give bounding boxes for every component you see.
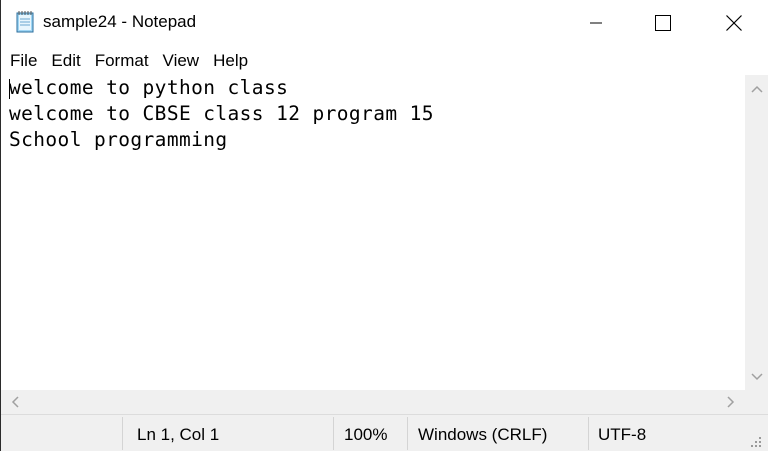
chevron-left-icon [11, 395, 19, 408]
status-divider [407, 417, 408, 450]
notepad-window: sample24 - Notepad File Edit Format View… [0, 0, 768, 451]
menu-help[interactable]: Help [206, 50, 255, 72]
menu-view[interactable]: View [156, 50, 207, 72]
close-icon [726, 15, 742, 31]
menu-edit[interactable]: Edit [44, 50, 87, 72]
zoom-level: 100% [344, 425, 388, 444]
editor-line-1[interactable]: welcome to python class [9, 75, 288, 101]
close-button[interactable] [711, 0, 757, 46]
resize-grip-icon[interactable] [750, 435, 762, 447]
chevron-down-icon [750, 372, 763, 380]
menu-format[interactable]: Format [88, 50, 156, 72]
status-divider [588, 417, 589, 450]
scrollbar-corner [745, 390, 768, 414]
chevron-right-icon [726, 395, 734, 408]
editor-line-2[interactable]: welcome to CBSE class 12 program 15 [9, 101, 434, 127]
window-title: sample24 - Notepad [43, 12, 197, 31]
encoding: UTF-8 [598, 425, 647, 444]
notepad-icon[interactable] [14, 10, 36, 34]
menu-bar: File Edit Format View Help [1, 48, 768, 74]
maximize-button[interactable] [640, 0, 686, 46]
status-bar: Ln 1, Col 1 100% Windows (CRLF) UTF-8 [1, 414, 768, 451]
scroll-up-button[interactable] [745, 77, 768, 100]
text-editor[interactable]: welcome to python class welcome to CBSE … [1, 75, 745, 390]
scroll-left-button[interactable] [3, 390, 26, 413]
chevron-up-icon [750, 85, 763, 93]
title-bar[interactable]: sample24 - Notepad [1, 0, 768, 46]
text-caret [9, 79, 10, 99]
horizontal-scrollbar[interactable] [1, 390, 745, 414]
maximize-icon [655, 15, 671, 31]
minimize-button[interactable] [573, 0, 619, 46]
editor-line-3[interactable]: School programming [9, 127, 228, 153]
scroll-down-button[interactable] [745, 365, 768, 388]
status-divider [122, 417, 123, 450]
vertical-scrollbar[interactable] [745, 75, 768, 390]
status-divider [333, 417, 334, 450]
scroll-right-button[interactable] [719, 390, 742, 413]
minimize-icon [590, 22, 602, 24]
menu-file[interactable]: File [3, 50, 44, 72]
cursor-position: Ln 1, Col 1 [137, 425, 220, 444]
line-ending: Windows (CRLF) [418, 425, 548, 444]
